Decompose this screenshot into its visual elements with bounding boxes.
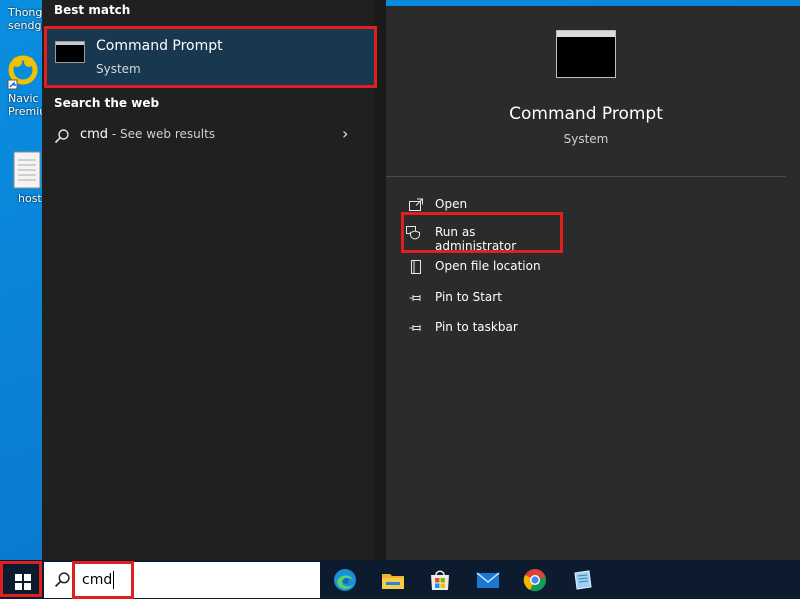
detail-divider bbox=[386, 176, 786, 177]
detail-subtitle: System bbox=[563, 132, 609, 146]
best-match-command-prompt[interactable]: Command Prompt System bbox=[44, 26, 377, 88]
action-label: Open bbox=[435, 197, 468, 211]
action-label: Run as administrator bbox=[435, 225, 517, 253]
action-pin-to-taskbar[interactable]: Pin to taskbar bbox=[404, 313, 784, 343]
pin-icon bbox=[409, 325, 421, 331]
best-match-title: Command Prompt bbox=[96, 38, 223, 54]
shield-icon bbox=[406, 226, 420, 240]
web-search-result[interactable]: cmd - See web results › bbox=[42, 120, 374, 152]
start-button[interactable] bbox=[0, 561, 42, 597]
text-caret bbox=[113, 571, 115, 589]
desktop-item-label: Premium bbox=[8, 105, 42, 118]
pin-icon bbox=[409, 295, 421, 301]
chevron-right-icon[interactable]: › bbox=[342, 124, 348, 143]
action-label: Pin to taskbar bbox=[435, 320, 518, 334]
desktop-item-navicat[interactable]: Navic Premium bbox=[0, 52, 42, 118]
mail-icon[interactable] bbox=[475, 567, 501, 593]
notepad-icon[interactable] bbox=[570, 567, 596, 593]
open-icon bbox=[409, 198, 423, 211]
action-label: Pin to Start bbox=[435, 290, 502, 304]
navicat-icon bbox=[7, 55, 38, 90]
desktop-item-label: Navic bbox=[8, 92, 39, 105]
search-input[interactable]: cmd bbox=[72, 561, 134, 599]
action-open-file-location[interactable]: Open file location bbox=[404, 252, 784, 282]
chrome-icon[interactable] bbox=[522, 567, 548, 593]
detail-title: Command Prompt bbox=[509, 104, 663, 124]
action-pin-to-start[interactable]: Pin to Start bbox=[404, 283, 784, 313]
document-icon bbox=[13, 151, 41, 189]
windows-logo-icon bbox=[15, 574, 31, 590]
action-run-as-administrator[interactable]: Run as administrator bbox=[401, 212, 563, 253]
file-explorer-icon[interactable] bbox=[380, 567, 406, 593]
search-web-header: Search the web bbox=[54, 96, 160, 110]
web-result-query: cmd bbox=[80, 127, 109, 142]
search-icon bbox=[54, 572, 70, 588]
search-icon bbox=[54, 129, 69, 144]
action-label: Open file location bbox=[435, 259, 541, 273]
desktop-item-label: host bbox=[18, 192, 42, 205]
edge-icon[interactable] bbox=[332, 567, 358, 593]
web-result-text: cmd - See web results bbox=[80, 127, 215, 142]
web-result-suffix: - See web results bbox=[108, 127, 216, 141]
command-prompt-large-icon bbox=[556, 30, 616, 78]
search-input-value: cmd bbox=[82, 571, 115, 589]
best-match-subtitle: System bbox=[96, 62, 141, 76]
desktop: Thong sendgu Navic Premium host bbox=[0, 0, 42, 560]
best-match-header: Best match bbox=[54, 3, 131, 17]
desktop-item-host[interactable]: host bbox=[0, 150, 42, 205]
desktop-item-label: sendgu bbox=[8, 19, 42, 32]
microsoft-store-icon[interactable] bbox=[427, 567, 453, 593]
desktop-item-thong[interactable]: Thong sendgu bbox=[0, 6, 42, 32]
file-location-icon bbox=[411, 260, 421, 274]
command-prompt-icon bbox=[55, 41, 85, 63]
desktop-item-label: Thong bbox=[8, 6, 42, 19]
